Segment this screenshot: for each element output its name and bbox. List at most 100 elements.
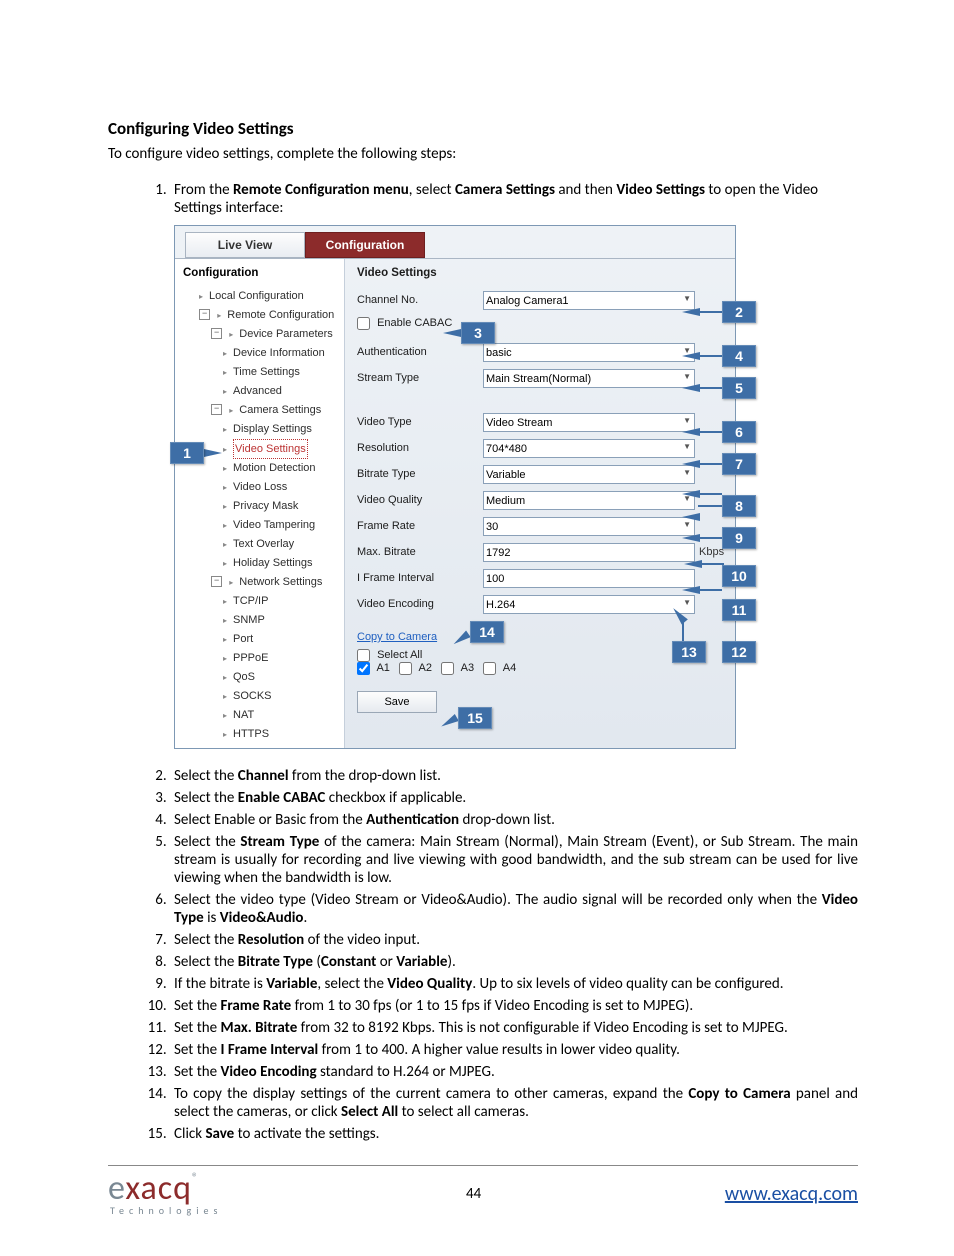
tree-item[interactable]: Privacy Mask (181, 497, 340, 516)
label-channel: Channel No. (357, 294, 483, 306)
tree-item[interactable]: HTTPS (181, 725, 340, 744)
tree-item[interactable]: Remote Configuration (181, 306, 340, 325)
save-button[interactable]: Save (357, 691, 437, 713)
checkbox-a2[interactable]: A2 (399, 662, 432, 674)
input-max-bitrate[interactable] (483, 543, 695, 562)
nav-tree: Local ConfigurationRemote ConfigurationD… (181, 287, 340, 748)
tree-item[interactable]: Device Information (181, 344, 340, 363)
settings-pane: Video Settings Channel No. Analog Camera… (345, 259, 735, 748)
tree-item[interactable]: Advanced (181, 382, 340, 401)
callout-14: 14 (470, 621, 504, 643)
checkbox-a4[interactable]: A4 (483, 662, 516, 674)
label-video-type: Video Type (357, 416, 483, 428)
steps-list: From the Remote Configuration menu, sele… (108, 181, 858, 1143)
label-frame-rate: Frame Rate (357, 520, 483, 532)
checkbox-cabac[interactable]: Enable CABAC (357, 317, 452, 329)
tab-live-view[interactable]: Live View (185, 232, 305, 258)
callout-5: 5 (722, 377, 756, 399)
label-resolution: Resolution (357, 442, 483, 454)
tree-item[interactable]: Motion Detection (181, 459, 340, 478)
page-number: 44 (466, 1185, 481, 1203)
step-11: Set the Max. Bitrate from 32 to 8192 Kbp… (170, 1019, 858, 1037)
tree-item[interactable]: Local Configuration (181, 287, 340, 306)
checkbox-select-all[interactable]: Select All (357, 649, 422, 661)
step-8: Select the Bitrate Type (Constant or Var… (170, 953, 858, 971)
input-iframe[interactable] (483, 569, 695, 588)
label-max-bitrate: Max. Bitrate (357, 546, 483, 558)
nav-tree-pane: Configuration Local ConfigurationRemote … (175, 259, 345, 748)
select-video-type[interactable]: Video Stream (483, 413, 695, 432)
select-video-encoding[interactable]: H.264 (483, 595, 695, 614)
tree-item[interactable]: Port (181, 630, 340, 649)
callout-7: 7 (722, 453, 756, 475)
checkbox-a3[interactable]: A3 (441, 662, 474, 674)
label-iframe: I Frame Interval (357, 572, 483, 584)
pane-title: Video Settings (357, 267, 735, 279)
screenshot-figure: Live View Configuration Configuration Lo… (174, 225, 756, 749)
step-13: Set the Video Encoding standard to H.264… (170, 1063, 858, 1081)
label-video-quality: Video Quality (357, 494, 483, 506)
step-5: Select the Stream Type of the camera: Ma… (170, 833, 858, 887)
callout-9: 9 (722, 527, 756, 549)
callout-3: 3 (461, 322, 495, 344)
label-stream-type: Stream Type (357, 372, 483, 384)
select-resolution[interactable]: 704*480 (483, 439, 695, 458)
callout-8: 8 (722, 495, 756, 517)
tree-item[interactable]: Device Parameters (181, 325, 340, 344)
section-title: Configuring Video Settings (108, 118, 858, 139)
tree-item[interactable]: Video Loss (181, 478, 340, 497)
step-14: To copy the display settings of the curr… (170, 1085, 858, 1121)
callout-6: 6 (722, 421, 756, 443)
tree-item[interactable]: Camera Settings (181, 401, 340, 420)
select-stream-type[interactable]: Main Stream(Normal) (483, 369, 695, 388)
callout-1: 1 (170, 442, 204, 464)
label-bitrate-type: Bitrate Type (357, 468, 483, 480)
tree-item[interactable]: Text Overlay (181, 535, 340, 554)
select-auth[interactable]: basic (483, 343, 695, 362)
tree-item[interactable]: QoS (181, 668, 340, 687)
tree-item[interactable]: NAT (181, 706, 340, 725)
select-channel[interactable]: Analog Camera1 (483, 291, 695, 310)
step-2: Select the Channel from the drop-down li… (170, 767, 858, 785)
tree-item[interactable]: Network Settings (181, 573, 340, 592)
link-copy-to-camera[interactable]: Copy to Camera (357, 631, 437, 643)
step-6: Select the video type (Video Stream or V… (170, 891, 858, 927)
select-frame-rate[interactable]: 30 (483, 517, 695, 536)
page-footer: exacq® Technologies 44 www.exacq.com (108, 1165, 858, 1216)
step-1: From the Remote Configuration menu, sele… (170, 181, 858, 749)
tree-item[interactable]: Holiday Settings (181, 554, 340, 573)
select-video-quality[interactable]: Medium (483, 491, 695, 510)
step-7: Select the Resolution of the video input… (170, 931, 858, 949)
tree-item[interactable]: SNMP (181, 611, 340, 630)
step-12: Set the I Frame Interval from 1 to 400. … (170, 1041, 858, 1059)
callout-4: 4 (722, 345, 756, 367)
callout-13: 13 (672, 641, 706, 663)
callout-10: 10 (722, 565, 756, 587)
tree-item[interactable]: Video Tampering (181, 516, 340, 535)
step-3: Select the Enable CABAC checkbox if appl… (170, 789, 858, 807)
tree-item[interactable]: PPPoE (181, 649, 340, 668)
select-bitrate-type[interactable]: Variable (483, 465, 695, 484)
checkbox-a1[interactable]: A1 (357, 662, 390, 674)
tree-item[interactable]: SOCKS (181, 687, 340, 706)
label-auth: Authentication (357, 346, 483, 358)
tree-title: Configuration (183, 267, 340, 279)
unit-kbps: Kbps (699, 546, 724, 558)
step-9: If the bitrate is Variable, select the V… (170, 975, 858, 993)
label-video-encoding: Video Encoding (357, 598, 483, 610)
tree-item[interactable]: TCP/IP (181, 592, 340, 611)
step-15: Click Save to activate the settings. (170, 1125, 858, 1143)
callout-11: 11 (722, 599, 756, 621)
tree-item[interactable]: Bonjour (181, 744, 340, 748)
callout-15: 15 (458, 707, 492, 729)
tab-configuration[interactable]: Configuration (305, 232, 425, 258)
step-4: Select Enable or Basic from the Authenti… (170, 811, 858, 829)
footer-url[interactable]: www.exacq.com (725, 1182, 858, 1206)
step-10: Set the Frame Rate from 1 to 30 fps (or … (170, 997, 858, 1015)
tree-item[interactable]: Display Settings (181, 420, 340, 439)
intro-text: To configure video settings, complete th… (108, 145, 858, 163)
callout-12: 12 (722, 641, 756, 663)
brand-logo: exacq® Technologies (108, 1172, 222, 1216)
callout-2: 2 (722, 301, 756, 323)
tree-item[interactable]: Time Settings (181, 363, 340, 382)
